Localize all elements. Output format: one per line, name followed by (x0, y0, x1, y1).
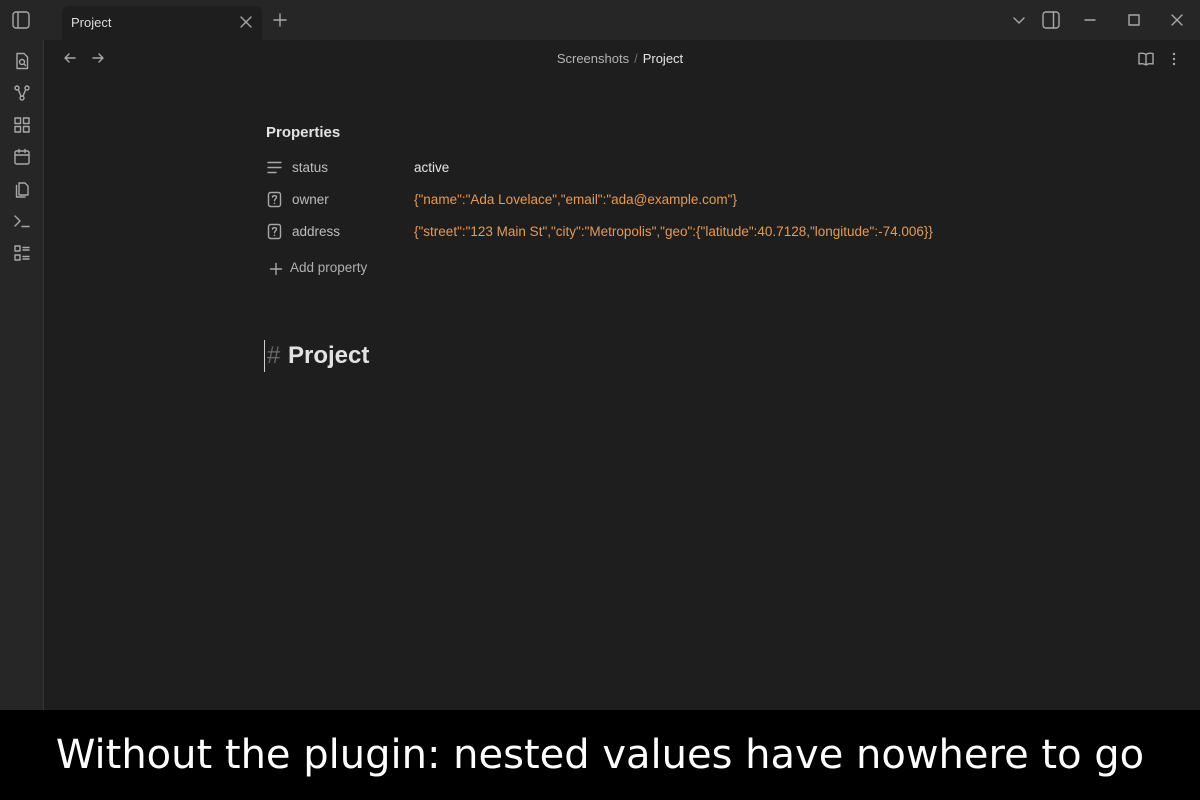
text-lines-icon[interactable] (266, 159, 283, 176)
property-key[interactable]: owner (292, 192, 329, 207)
title-bar: Project (0, 0, 1200, 40)
minimize-icon[interactable] (1080, 10, 1100, 30)
reading-view-book-icon[interactable] (1137, 50, 1155, 68)
properties-heading[interactable]: Properties (266, 124, 340, 141)
plus-icon (269, 262, 283, 276)
breadcrumb: Screenshots / Project (0, 51, 1200, 66)
property-value[interactable]: {"street":"123 Main St","city":"Metropol… (414, 224, 933, 239)
maximize-icon[interactable] (1124, 10, 1144, 30)
graph-view-icon[interactable] (12, 83, 32, 103)
property-row-status: status active (266, 158, 1026, 178)
left-ribbon (0, 40, 44, 710)
heading-markdown-mark[interactable]: # (267, 342, 280, 370)
property-value[interactable]: {"name":"Ada Lovelace","email":"ada@exam… (414, 192, 737, 207)
calendar-icon[interactable] (12, 147, 32, 167)
tab-list-chevron-icon[interactable] (1009, 10, 1029, 30)
breadcrumb-separator: / (634, 51, 638, 66)
more-options-icon[interactable] (1165, 50, 1183, 68)
text-cursor (264, 340, 265, 372)
canvas-grid-icon[interactable] (12, 115, 32, 135)
breadcrumb-current[interactable]: Project (643, 51, 683, 66)
property-key[interactable]: address (292, 224, 340, 239)
property-row-address: address {"street":"123 Main St","city":"… (266, 222, 1026, 242)
window-close-icon[interactable] (1167, 10, 1187, 30)
breadcrumb-parent[interactable]: Screenshots (557, 51, 629, 66)
tab-project[interactable]: Project (62, 6, 262, 40)
unknown-type-icon[interactable] (266, 223, 283, 240)
right-sidebar-toggle-icon[interactable] (1041, 10, 1061, 30)
new-tab-plus-icon[interactable] (272, 12, 288, 28)
property-value[interactable]: active (414, 160, 449, 175)
list-grid-icon[interactable] (12, 243, 32, 263)
close-icon[interactable] (238, 14, 254, 30)
add-property-label: Add property (290, 260, 368, 275)
terminal-icon[interactable] (12, 211, 32, 231)
unknown-type-icon[interactable] (266, 191, 283, 208)
heading-project[interactable]: Project (288, 342, 369, 370)
property-key[interactable]: status (292, 160, 328, 175)
property-row-owner: owner {"name":"Ada Lovelace","email":"ad… (266, 190, 1026, 210)
sidebar-toggle-icon[interactable] (10, 9, 32, 31)
copy-pages-icon[interactable] (12, 179, 32, 199)
tab-label: Project (71, 15, 112, 30)
caption-banner: Without the plugin: nested values have n… (0, 710, 1200, 800)
caption-text: Without the plugin: nested values have n… (55, 732, 1145, 778)
